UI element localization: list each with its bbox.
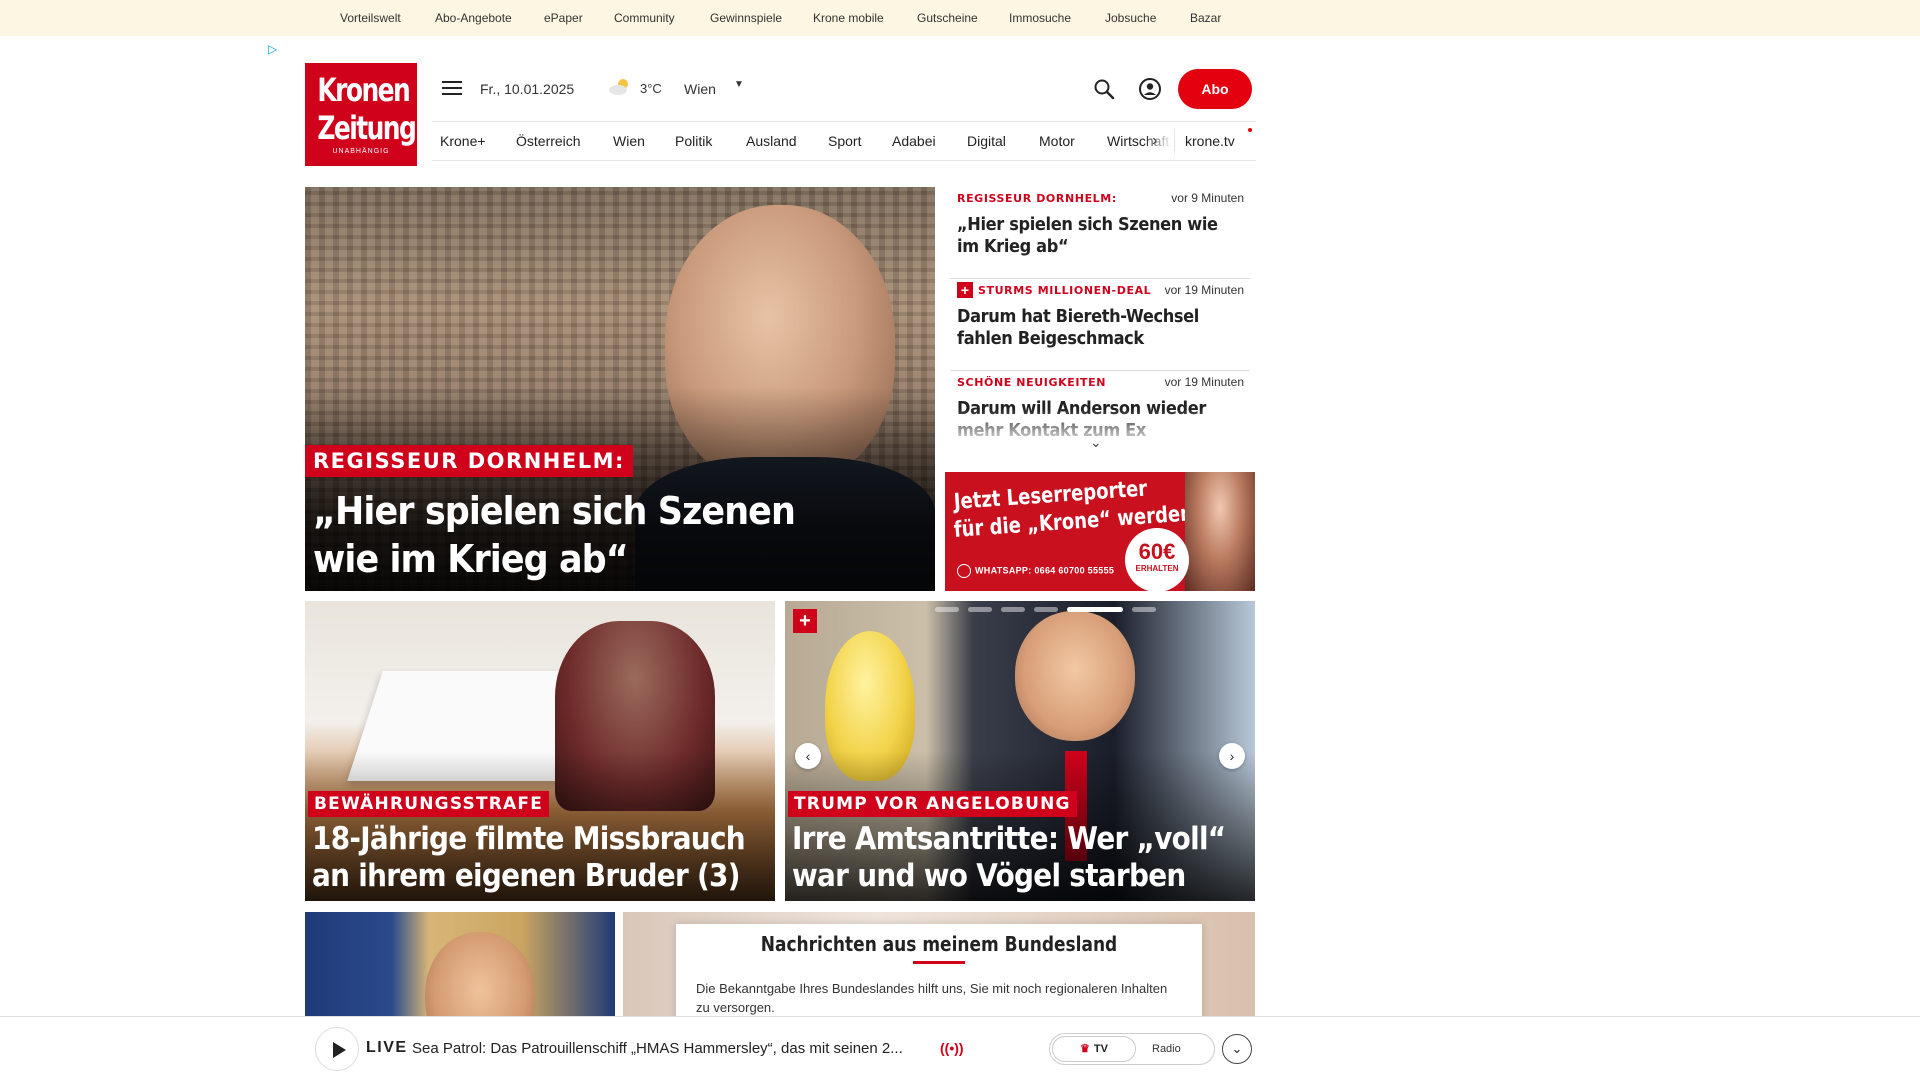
- slider-dot[interactable]: [968, 607, 992, 612]
- topbar-link-gewinnspiele[interactable]: Gewinnspiele: [710, 11, 782, 25]
- chevron-down-icon[interactable]: ⌄: [1090, 434, 1102, 451]
- card-kicker: BEWÄHRUNGSSTRAFE: [308, 791, 550, 817]
- topbar-link-gutscheine[interactable]: Gutscheine: [917, 11, 978, 25]
- ticker-item[interactable]: STURMS MILLIONEN-DEAL vor 19 Minuten Dar…: [950, 279, 1250, 371]
- card-kicker: TRUMP VOR ANGELOBUNG: [788, 791, 1077, 817]
- nav-item-motor[interactable]: Motor: [1039, 133, 1075, 149]
- tv-radio-toggle: ♛ TV Radio: [1049, 1033, 1215, 1065]
- city-selector[interactable]: Wien: [684, 81, 716, 97]
- broadcast-icon: ((•)): [940, 1040, 964, 1056]
- hero-title[interactable]: „Hier spielen sich Szenen wie im Krieg a…: [313, 487, 865, 583]
- krone-plus-icon: +: [793, 609, 817, 633]
- header-date: Fr., 10.01.2025: [480, 81, 575, 97]
- ticker-kicker: REGISSEUR DORNHELM:: [957, 192, 1117, 205]
- top-utility-bar: Vorteilswelt Abo-Angebote ePaper Communi…: [0, 0, 1920, 36]
- ad-choices-icon[interactable]: ▷: [268, 42, 282, 56]
- live-player-bar: LIVE Sea Patrol: Das Patrouillenschiff „…: [0, 1016, 1920, 1080]
- ad-whatsapp: WHATSAPP: 0664 60700 55555: [957, 564, 1114, 578]
- search-icon[interactable]: [1092, 77, 1116, 101]
- chevron-right-icon[interactable]: ›: [1152, 132, 1157, 150]
- slider-prev-button[interactable]: ‹: [795, 743, 821, 769]
- ad-whatsapp-text: WHATSAPP: 0664 60700 55555: [975, 565, 1115, 576]
- nav-item-oesterreich[interactable]: Österreich: [516, 133, 581, 149]
- slider-next-button[interactable]: ›: [1219, 743, 1245, 769]
- nav-item-wien[interactable]: Wien: [613, 133, 645, 149]
- topbar-link-abo-angebote[interactable]: Abo-Angebote: [435, 11, 512, 25]
- whatsapp-icon: [957, 564, 971, 578]
- live-show-title[interactable]: Sea Patrol: Das Patrouillenschiff „HMAS …: [412, 1040, 903, 1057]
- menu-icon[interactable]: [442, 81, 462, 97]
- slider-dot[interactable]: [1034, 607, 1058, 612]
- topbar-link-epaper[interactable]: ePaper: [544, 11, 583, 25]
- ticker-title[interactable]: „Hier spielen sich Szenen wie im Krieg a…: [957, 214, 1218, 258]
- nav-fade: [1144, 122, 1172, 160]
- nav-item-sport[interactable]: Sport: [828, 133, 861, 149]
- header-temperature: 3°C: [640, 81, 662, 96]
- card-title[interactable]: Irre Amtsantritte: Wer „voll“ war und wo…: [792, 821, 1242, 895]
- ad-badge-amount: 60€: [1138, 539, 1176, 564]
- topbar-link-bazar[interactable]: Bazar: [1190, 11, 1221, 25]
- nav-item-krone-plus[interactable]: Krone+: [440, 133, 486, 149]
- live-label: LIVE: [366, 1039, 408, 1056]
- leserreporter-ad[interactable]: Jetzt Leserreporter für die „Krone“ werd…: [945, 472, 1255, 591]
- main-navigation: Krone+ Österreich Wien Politik Ausland S…: [432, 121, 1256, 161]
- nav-item-krone-tv[interactable]: krone.tv: [1185, 133, 1235, 149]
- nav-item-adabei[interactable]: Adabei: [892, 133, 936, 149]
- bundesland-text: Die Bekanntgabe Ihres Bundeslandes hilft…: [696, 981, 1168, 1015]
- ad-badge-text: ERHALTEN: [1135, 564, 1179, 573]
- abo-button[interactable]: Abo: [1178, 69, 1252, 109]
- topbar-link-community[interactable]: Community: [614, 11, 675, 25]
- radio-tab[interactable]: Radio: [1152, 1043, 1181, 1055]
- slider-dot[interactable]: [1001, 607, 1025, 612]
- logo-line-1: Kronen: [317, 71, 410, 109]
- topbar-link-krone-mobile[interactable]: Krone mobile: [813, 11, 884, 25]
- logo-tagline: UNABHÄNGIG: [332, 148, 390, 155]
- hero-article[interactable]: REGISSEUR DORNHELM: „Hier spielen sich S…: [305, 187, 935, 591]
- partly-cloudy-icon: [609, 79, 628, 95]
- logo-line-2: Zeitung: [317, 109, 417, 147]
- slider-dot[interactable]: [1132, 607, 1156, 612]
- expand-player-button[interactable]: ⌄: [1222, 1034, 1252, 1064]
- ad-badge: 60€ ERHALTEN: [1125, 528, 1189, 591]
- slider-dot[interactable]: [935, 607, 959, 612]
- chevron-down-icon[interactable]: ▼: [734, 79, 744, 90]
- crown-icon: ♛: [1080, 1043, 1090, 1055]
- nav-item-politik[interactable]: Politik: [675, 133, 712, 149]
- tv-tab[interactable]: ♛ TV: [1052, 1036, 1136, 1062]
- nav-item-ausland[interactable]: Ausland: [746, 133, 797, 149]
- kronen-zeitung-logo[interactable]: Kronen Zeitung UNABHÄNGIG: [305, 63, 417, 166]
- bundesland-title: Nachrichten aus meinem Bundesland: [760, 932, 1118, 956]
- user-account-icon[interactable]: [1138, 77, 1162, 101]
- topbar-link-jobsuche[interactable]: Jobsuche: [1105, 11, 1156, 25]
- play-button[interactable]: [315, 1027, 359, 1071]
- krone-plus-icon: +: [957, 282, 973, 298]
- ticker-time: vor 19 Minuten: [1164, 375, 1244, 389]
- ticker-title[interactable]: Darum hat Biereth-Wechsel fahlen Beigesc…: [957, 306, 1218, 350]
- ticker-time: vor 19 Minuten: [1164, 283, 1244, 297]
- hero-kicker: REGISSEUR DORNHELM:: [305, 445, 633, 477]
- ticker-item[interactable]: REGISSEUR DORNHELM: vor 9 Minuten „Hier …: [950, 187, 1250, 279]
- article-card[interactable]: BEWÄHRUNGSSTRAFE 18-Jährige filmte Missb…: [305, 601, 775, 901]
- tv-tab-label: TV: [1093, 1043, 1108, 1055]
- ticker-time: vor 9 Minuten: [1171, 191, 1244, 205]
- article-image-portrait: [1015, 611, 1135, 741]
- slider-dot[interactable]: [1067, 607, 1123, 612]
- live-indicator-dot: [1248, 128, 1252, 132]
- nav-divider: [1174, 128, 1175, 154]
- header-bar: Fr., 10.01.2025 3°C Wien ▼ Abo: [432, 63, 1256, 115]
- nav-item-digital[interactable]: Digital: [967, 133, 1006, 149]
- news-ticker: REGISSEUR DORNHELM: vor 9 Minuten „Hier …: [950, 187, 1250, 457]
- article-slider-card[interactable]: + ‹ › TRUMP VOR ANGELOBUNG Irre Amtsantr…: [785, 601, 1255, 901]
- ad-photo: [1185, 472, 1255, 591]
- topbar-link-vorteilswelt[interactable]: Vorteilswelt: [340, 11, 401, 25]
- topbar-link-immosuche[interactable]: Immosuche: [1009, 11, 1071, 25]
- ticker-kicker: STURMS MILLIONEN-DEAL: [978, 284, 1152, 297]
- card-title[interactable]: 18-Jährige filmte Missbrauch an ihrem ei…: [312, 821, 762, 895]
- ticker-kicker: SCHÖNE NEUIGKEITEN: [957, 376, 1107, 389]
- bundesland-title-underline: [913, 961, 965, 964]
